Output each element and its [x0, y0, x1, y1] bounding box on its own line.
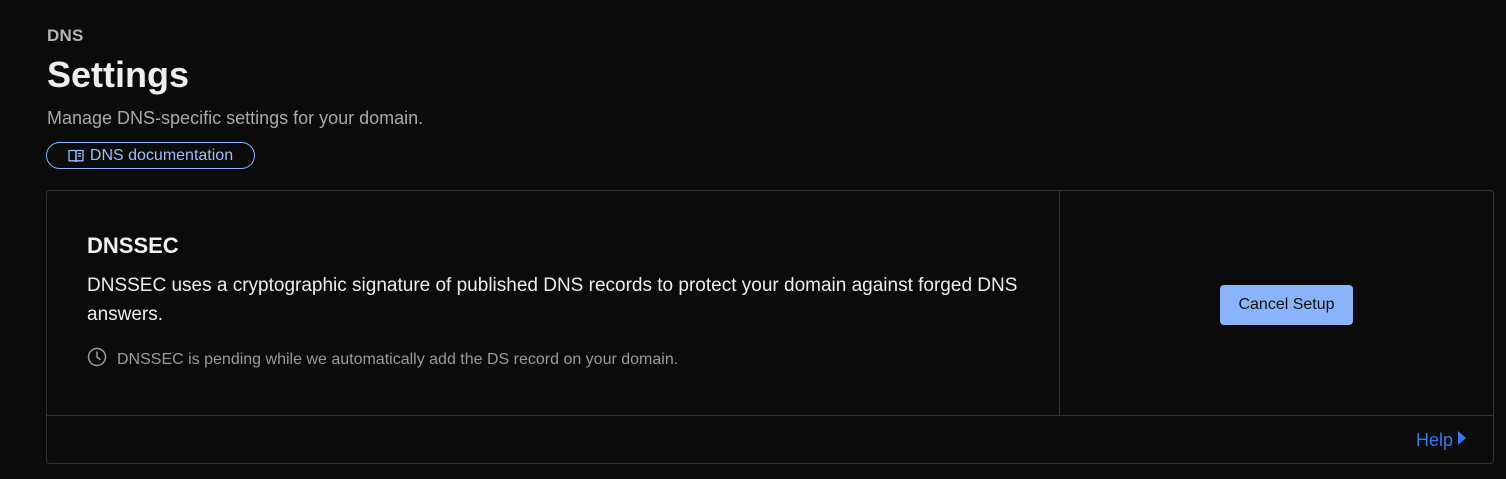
dnssec-status: DNSSEC is pending while we automatically…	[87, 347, 678, 372]
dnssec-title: DNSSEC	[87, 233, 179, 258]
help-label: Help	[1415, 430, 1453, 450]
dns-documentation-label: DNS documentation	[89, 146, 234, 164]
dnssec-card-content: DNSSEC DNSSEC uses a cryptographic signa…	[47, 191, 1060, 415]
book-icon	[68, 149, 84, 163]
dnssec-status-text: DNSSEC is pending while we automatically…	[117, 350, 679, 368]
cancel-setup-button[interactable]: Cancel Setup	[1220, 285, 1353, 325]
dns-documentation-link[interactable]: DNS documentation	[46, 142, 255, 169]
dnssec-card-footer: Help	[47, 415, 1493, 463]
caret-right-icon	[1457, 430, 1467, 451]
page-title: Settings	[47, 54, 190, 95]
dns-settings-page: DNS Settings Manage DNS-specific setting…	[0, 0, 1506, 479]
dnssec-description: DNSSEC uses a cryptographic signature of…	[87, 275, 1018, 325]
help-link[interactable]: Help	[1416, 430, 1467, 451]
dnssec-card-actions: Cancel Setup	[1060, 191, 1493, 415]
page-subtitle: Manage DNS-specific settings for your do…	[47, 108, 424, 128]
section-label: DNS	[47, 26, 84, 45]
clock-icon	[87, 347, 107, 372]
dnssec-card: DNSSEC DNSSEC uses a cryptographic signa…	[46, 190, 1494, 464]
